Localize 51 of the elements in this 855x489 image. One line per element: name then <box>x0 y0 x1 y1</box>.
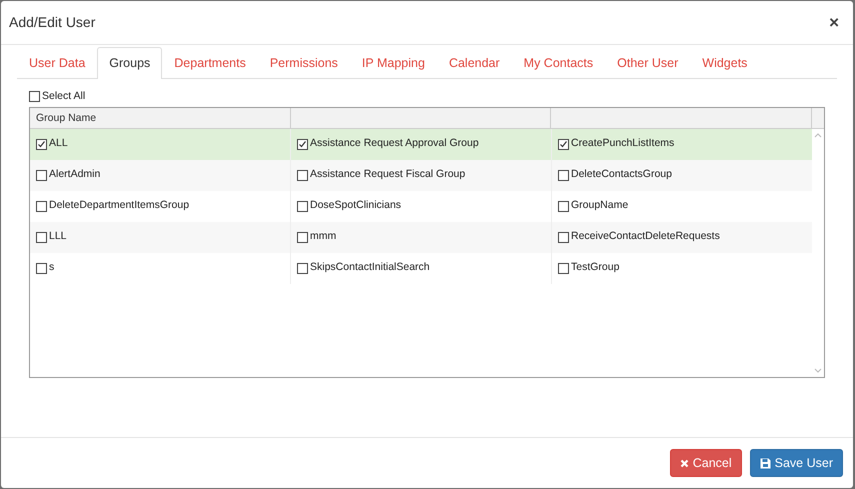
group-label: DeleteContactsGroup <box>571 167 672 182</box>
checkbox[interactable] <box>36 170 47 180</box>
checkbox[interactable] <box>297 232 308 242</box>
group-label: AlertAdmin <box>49 167 100 182</box>
checkbox[interactable] <box>558 232 569 242</box>
checkbox[interactable] <box>558 262 569 274</box>
checkbox[interactable] <box>558 138 569 150</box>
checkbox[interactable] <box>558 170 569 180</box>
tab[interactable]: Other User <box>605 47 690 79</box>
tab[interactable]: IP Mapping <box>350 47 437 79</box>
group-label: SkipsContactInitialSearch <box>310 260 430 276</box>
close-button[interactable]: × <box>823 14 845 31</box>
checkbox[interactable] <box>297 200 308 212</box>
checkbox-label: Select All <box>42 88 86 104</box>
tab[interactable]: Permissions <box>258 47 350 79</box>
cancel-button[interactable]: Cancel <box>670 448 742 478</box>
checkbox[interactable] <box>29 91 40 102</box>
group-label: DoseSpotClinicians <box>310 198 402 214</box>
tab[interactable]: Calendar <box>436 47 512 79</box>
tab[interactable]: My Contacts <box>512 47 606 79</box>
group-label: CreatePunchListItems <box>571 136 674 152</box>
table-row[interactable]: AlertAdmin Assistance Request Fiscal Group DeleteContactsGroup <box>30 160 812 190</box>
checkbox[interactable] <box>36 232 47 242</box>
checkbox[interactable] <box>558 200 569 212</box>
group-label: LLL <box>49 229 67 244</box>
checkbox[interactable] <box>297 262 308 274</box>
tab[interactable]: Departments <box>162 47 258 79</box>
group-label: GroupName <box>571 198 628 214</box>
checkbox[interactable] <box>36 200 47 212</box>
group-label: DeleteDepartmentItemsGroup <box>49 198 190 214</box>
dialog-title: Add/Edit User <box>9 13 96 32</box>
checkbox[interactable] <box>297 170 308 180</box>
save-button[interactable]: Save User <box>750 448 843 478</box>
tab[interactable]: Widgets <box>690 47 760 79</box>
checkbox[interactable] <box>297 138 308 150</box>
group-label: ALL <box>49 136 68 152</box>
table-row[interactable]: LLL mmm ReceiveContactDeleteRequests <box>30 222 812 252</box>
table-row[interactable]: ALL Assistance Request Approval Group CreatePunchListItems <box>30 128 812 160</box>
group-label: TestGroup <box>571 260 620 276</box>
checkbox[interactable] <box>36 262 47 274</box>
tab[interactable]: User Data <box>17 47 98 79</box>
tab[interactable]: Groups <box>97 47 162 79</box>
close-icon <box>680 458 689 468</box>
group-label: ReceiveContactDeleteRequests <box>571 229 720 244</box>
group-label: Assistance Request Fiscal Group <box>310 167 466 182</box>
group-label: s <box>49 260 54 276</box>
group-label: mmm <box>310 229 336 244</box>
column-header: Group Name <box>30 108 291 128</box>
checkbox[interactable] <box>36 138 47 150</box>
group-label: Assistance Request Approval Group <box>310 136 479 152</box>
table-row[interactable]: s SkipsContactInitialSearch TestGroup <box>30 252 812 284</box>
